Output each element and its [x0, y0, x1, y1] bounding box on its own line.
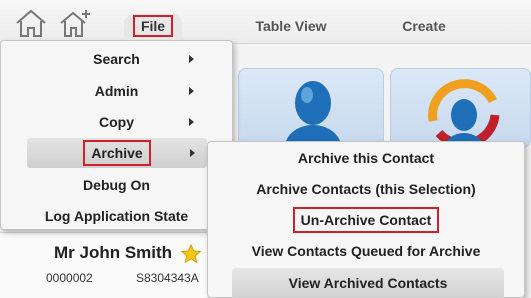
menu-item-archive-contacts-selection[interactable]: Archive Contacts (this Selection): [208, 174, 524, 204]
contact-ref: S8304343A: [136, 271, 199, 285]
add-home-icon[interactable]: [58, 8, 92, 38]
menu-item-archive-this-contact[interactable]: Archive this Contact: [208, 143, 524, 173]
menu-item-view-archived-contacts[interactable]: View Archived Contacts: [232, 268, 504, 298]
contact-card[interactable]: [238, 68, 384, 148]
contact-name: Mr John Smith: [54, 243, 173, 262]
person-icon: [285, 81, 341, 147]
menu-item-label: Archive: [83, 140, 151, 166]
menu-item-label: Admin: [94, 83, 139, 99]
home-icon[interactable]: [14, 8, 48, 38]
tab-file[interactable]: File: [124, 14, 182, 38]
menu-item-label: Copy: [99, 114, 134, 130]
contact-summary[interactable]: Mr John Smith 0000002 S8304343A: [0, 232, 240, 298]
menu-item-copy[interactable]: Copy: [1, 107, 232, 137]
menu-item-label: Debug On: [83, 177, 150, 193]
menu-item-search[interactable]: Search: [1, 44, 232, 74]
menu-item-log-application-state[interactable]: Log Application State: [1, 201, 232, 231]
archived-contacts-card[interactable]: [390, 68, 531, 148]
submenu-arrow-icon: [189, 87, 194, 95]
menu-item-debug-on[interactable]: Debug On: [1, 170, 232, 200]
menu-item-archive[interactable]: Archive: [27, 138, 207, 168]
menu-item-label: Log Application State: [44, 208, 189, 224]
submenu-arrow-icon: [189, 118, 194, 126]
archive-contact-icon: [428, 79, 500, 147]
menu-item-admin[interactable]: Admin: [1, 76, 232, 106]
menu-item-label: Search: [93, 51, 140, 67]
submenu-arrow-icon: [190, 149, 195, 157]
menu-item-view-queued-for-archive[interactable]: View Contacts Queued for Archive: [208, 236, 524, 266]
archive-submenu: Archive this Contact Archive Contacts (t…: [207, 141, 525, 298]
submenu-arrow-icon: [189, 55, 194, 63]
tab-table-view[interactable]: Table View: [244, 14, 338, 38]
toolbar: File Table View Create: [0, 0, 531, 44]
menu-item-un-archive-contact[interactable]: Un-Archive Contact: [208, 205, 524, 235]
menu-item-label: Un-Archive Contact: [292, 207, 440, 233]
star-icon[interactable]: [180, 243, 202, 265]
tab-create[interactable]: Create: [392, 14, 456, 38]
app-window: File Table View Create Mr John Smith 000…: [0, 0, 531, 298]
tab-file-label: File: [132, 15, 174, 37]
file-menu: Search Admin Copy Archive Debug On Log A…: [0, 40, 233, 230]
contact-id: 0000002: [46, 271, 93, 285]
